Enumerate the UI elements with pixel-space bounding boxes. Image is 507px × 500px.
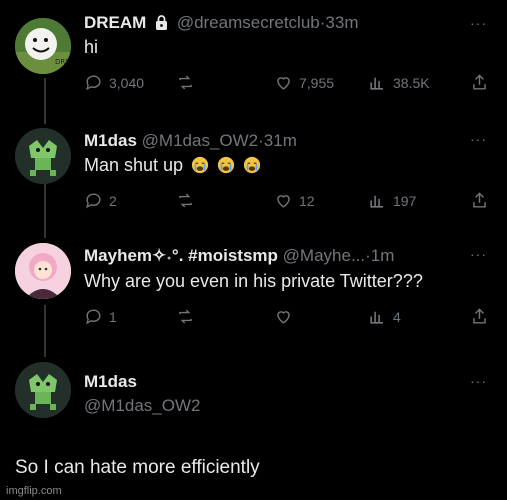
svg-text:DREAM: DREAM [55, 58, 71, 66]
like-button[interactable]: 7,955 [274, 73, 334, 92]
share-icon [473, 192, 486, 208]
more-icon[interactable]: ··· [470, 131, 487, 147]
crying-emoji-icon [244, 156, 261, 174]
like-count: 7,955 [299, 74, 335, 91]
reply-button[interactable]: 1 [84, 307, 117, 326]
display-name[interactable]: Mayhem✧˖°. #moistsmp [84, 246, 278, 265]
action-bar: 1 4 [84, 307, 489, 329]
timestamp[interactable]: 31m [264, 131, 297, 150]
reply-icon [86, 75, 101, 91]
like-button[interactable] [274, 307, 299, 326]
reply-icon [86, 309, 101, 325]
main-user-handle[interactable]: @M1das_OW2 [84, 396, 200, 416]
reply-count: 3,040 [109, 74, 145, 91]
reply-count: 1 [109, 308, 117, 325]
avatar-image [15, 243, 71, 299]
retweet-button[interactable] [176, 307, 195, 326]
user-handle[interactable]: @Mayhe... [283, 246, 365, 265]
avatar-dream[interactable]: DREAM [15, 18, 71, 74]
avatar-image [15, 362, 71, 418]
tweet-text-content: Man shut up [84, 155, 184, 175]
views-icon [370, 77, 384, 90]
user-handle[interactable]: @M1das_OW2 [142, 131, 258, 150]
reply-button[interactable]: 2 [84, 191, 117, 210]
like-icon [277, 311, 290, 324]
share-button[interactable] [470, 191, 489, 210]
share-button[interactable] [470, 73, 489, 92]
views-button[interactable]: 38.5K [368, 73, 430, 92]
user-handle[interactable]: @dreamsecretclub [177, 13, 320, 32]
views-button[interactable]: 4 [368, 307, 401, 326]
views-count: 4 [393, 308, 401, 325]
action-bar: 2 12 197 [84, 191, 489, 213]
crying-emoji-icon [191, 156, 209, 174]
timestamp[interactable]: 33m [325, 13, 358, 32]
tweet-text: Man shut up [84, 155, 261, 176]
share-button[interactable] [470, 307, 489, 326]
action-bar: 3,040 7,955 38.5K [84, 73, 489, 95]
like-icon [277, 77, 290, 90]
avatar-image: DREAM [15, 18, 71, 74]
tweet-header: Mayhem✧˖°. #moistsmp @Mayhe...·1m [84, 246, 394, 266]
retweet-button[interactable] [176, 73, 195, 92]
avatar-mayhem[interactable] [15, 243, 71, 299]
share-icon [473, 308, 486, 324]
thread-line [44, 305, 46, 357]
main-tweet-text: So I can hate more efficiently [15, 457, 260, 478]
avatar-m1das[interactable] [15, 362, 71, 418]
display-name[interactable]: DREAM [84, 13, 146, 32]
main-display-name[interactable]: M1das [84, 372, 137, 392]
avatar-image [15, 128, 71, 184]
more-icon[interactable]: ··· [470, 246, 487, 262]
display-name[interactable]: M1das [84, 131, 137, 150]
views-count: 197 [393, 192, 417, 209]
like-count: 12 [299, 192, 315, 209]
share-icon [473, 74, 486, 90]
like-icon [277, 195, 290, 208]
tweet-text: Why are you even in his private Twitter?… [84, 271, 423, 291]
retweet-icon [179, 193, 192, 208]
tweet-header: M1das @M1das_OW2·31m [84, 131, 297, 151]
reply-button[interactable]: 3,040 [84, 73, 144, 92]
retweet-icon [179, 309, 192, 324]
retweet-button[interactable] [176, 191, 195, 210]
views-count: 38.5K [393, 74, 430, 91]
lock-icon [155, 15, 168, 35]
avatar-m1das[interactable] [15, 128, 71, 184]
tweet-header: DREAM @dreamsecretclub·33m [84, 13, 359, 35]
reply-icon [86, 193, 101, 209]
tweet-text: hi [84, 37, 99, 57]
like-button[interactable]: 12 [274, 191, 315, 210]
views-button[interactable]: 197 [368, 191, 416, 210]
crying-emoji-icon [217, 156, 235, 174]
more-icon[interactable]: ··· [470, 15, 487, 31]
views-icon [370, 311, 384, 324]
more-icon[interactable]: ··· [470, 373, 487, 389]
watermark: imgflip.com [6, 485, 62, 497]
retweet-icon [179, 75, 192, 90]
timestamp[interactable]: 1m [371, 246, 395, 265]
reply-count: 2 [109, 192, 117, 209]
views-icon [370, 195, 384, 208]
thread-line [44, 182, 46, 238]
thread-line [44, 78, 46, 124]
